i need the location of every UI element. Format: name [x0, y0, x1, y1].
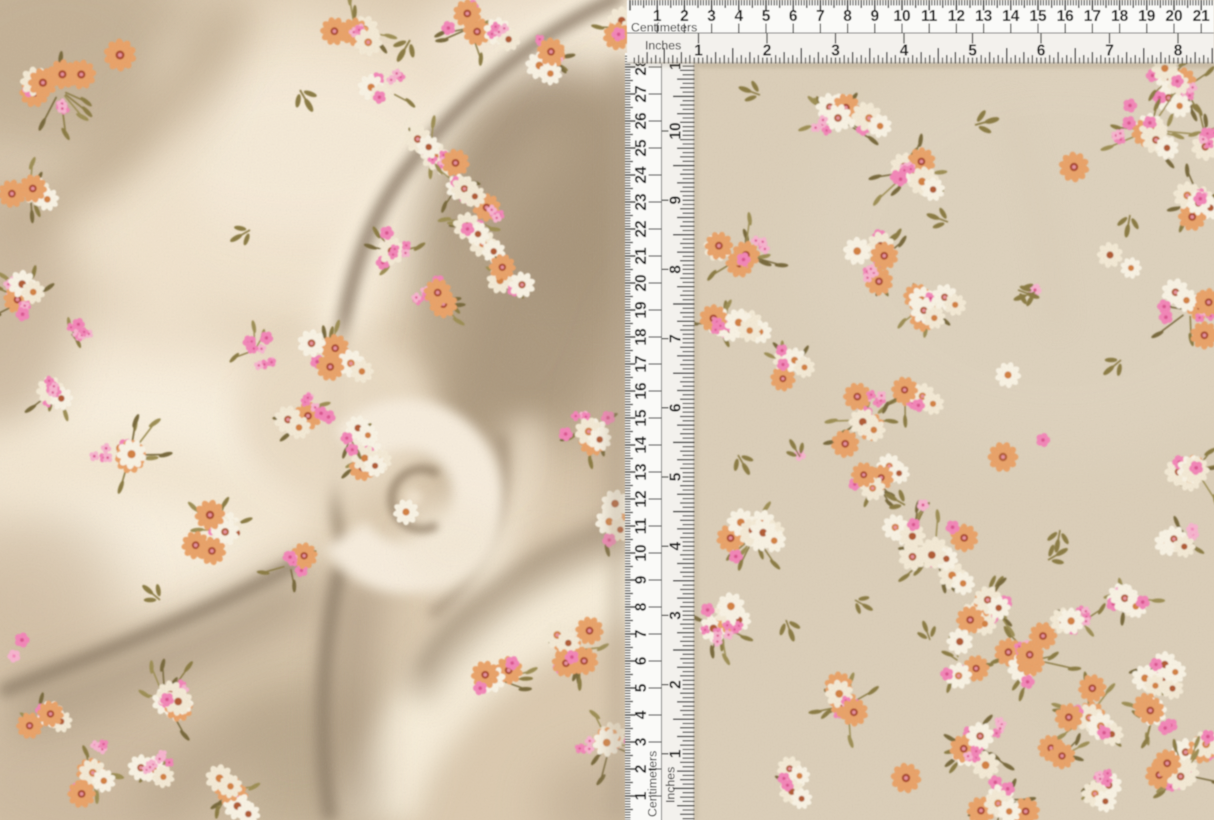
svg-text:13: 13 — [633, 463, 650, 481]
svg-text:5: 5 — [762, 8, 771, 25]
svg-text:3: 3 — [633, 737, 650, 746]
svg-text:6: 6 — [633, 656, 650, 665]
svg-text:19: 19 — [1138, 8, 1156, 25]
svg-text:14: 14 — [1002, 8, 1020, 25]
svg-text:10: 10 — [668, 122, 685, 139]
svg-text:16: 16 — [633, 382, 650, 400]
svg-text:Inches: Inches — [645, 39, 681, 53]
svg-text:4: 4 — [668, 542, 685, 551]
svg-text:6: 6 — [668, 403, 685, 412]
svg-text:9: 9 — [668, 196, 685, 205]
svg-text:10: 10 — [633, 544, 650, 561]
svg-text:26: 26 — [633, 112, 650, 130]
svg-text:22: 22 — [633, 220, 650, 237]
svg-text:25: 25 — [633, 139, 650, 157]
svg-text:13: 13 — [975, 8, 993, 25]
svg-text:20: 20 — [1165, 8, 1182, 25]
svg-text:5: 5 — [968, 43, 977, 60]
svg-text:19: 19 — [633, 301, 650, 319]
svg-text:8: 8 — [1174, 43, 1183, 60]
svg-text:23: 23 — [633, 193, 650, 211]
svg-text:2: 2 — [763, 43, 772, 60]
svg-text:21: 21 — [633, 247, 650, 265]
svg-text:11: 11 — [921, 8, 938, 25]
svg-text:Centimeters: Centimeters — [646, 751, 660, 817]
svg-text:15: 15 — [1029, 8, 1047, 25]
svg-text:Inches: Inches — [664, 767, 678, 803]
svg-text:8: 8 — [633, 602, 650, 611]
svg-text:24: 24 — [633, 166, 650, 184]
svg-text:8: 8 — [668, 265, 685, 274]
svg-text:12: 12 — [633, 490, 650, 507]
svg-text:4: 4 — [900, 43, 909, 60]
svg-text:4: 4 — [633, 710, 650, 719]
svg-text:12: 12 — [948, 8, 965, 25]
svg-text:7: 7 — [633, 630, 650, 639]
svg-text:4: 4 — [734, 8, 743, 25]
svg-text:18: 18 — [1111, 8, 1129, 25]
svg-text:9: 9 — [870, 8, 879, 25]
svg-text:7: 7 — [816, 8, 825, 25]
svg-text:6: 6 — [789, 8, 798, 25]
svg-text:15: 15 — [633, 409, 650, 427]
svg-text:2: 2 — [668, 680, 685, 689]
svg-text:17: 17 — [1084, 8, 1101, 25]
svg-text:9: 9 — [633, 575, 650, 584]
svg-text:3: 3 — [831, 43, 840, 60]
svg-text:6: 6 — [1037, 43, 1046, 60]
svg-text:10: 10 — [893, 8, 910, 25]
svg-text:7: 7 — [1105, 43, 1114, 60]
svg-text:1: 1 — [694, 43, 703, 60]
svg-text:Centimeters: Centimeters — [631, 21, 697, 35]
svg-text:5: 5 — [668, 472, 685, 481]
svg-text:3: 3 — [707, 8, 716, 25]
svg-text:21: 21 — [1193, 8, 1211, 25]
svg-text:14: 14 — [633, 436, 650, 454]
svg-text:7: 7 — [668, 334, 685, 343]
svg-text:5: 5 — [633, 683, 650, 692]
svg-text:3: 3 — [668, 611, 685, 620]
svg-text:16: 16 — [1057, 8, 1075, 25]
svg-text:11: 11 — [633, 517, 650, 534]
svg-text:1: 1 — [668, 749, 685, 758]
svg-text:27: 27 — [633, 85, 650, 102]
svg-text:20: 20 — [633, 274, 650, 291]
svg-text:8: 8 — [843, 8, 852, 25]
svg-text:17: 17 — [633, 355, 650, 372]
svg-text:18: 18 — [633, 328, 650, 346]
